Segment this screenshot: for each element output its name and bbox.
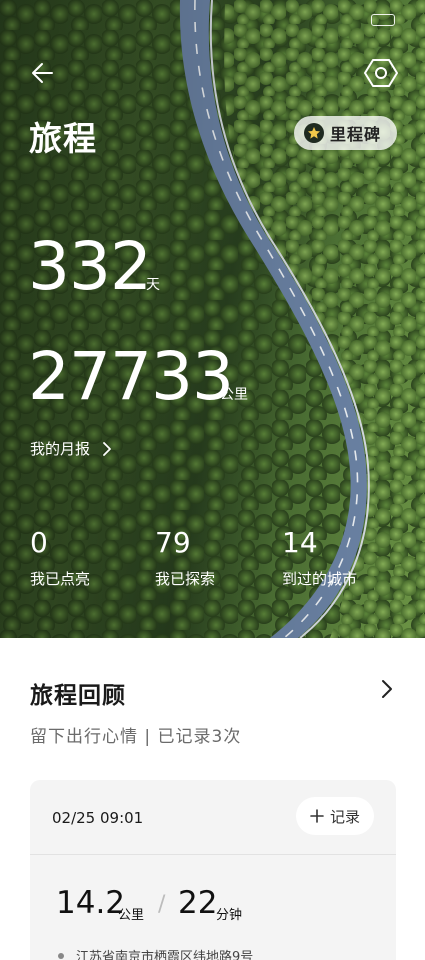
trip-review-section: 旅程回顾 留下出行心情 | 已记录3次 02/25 09:01 记录 14.2 … bbox=[0, 638, 425, 960]
distance-unit: 公里 bbox=[220, 387, 248, 403]
trip-address: 江苏省南京市栖霞区纬地路9号 bbox=[76, 950, 254, 960]
page-title: 旅程 bbox=[29, 119, 97, 158]
monthly-report-link[interactable]: 我的月报 bbox=[30, 438, 112, 459]
star-icon bbox=[304, 123, 324, 143]
stat-value: 14 bbox=[282, 526, 318, 559]
trip-duration-unit: 分钟 bbox=[216, 908, 243, 923]
days-unit: 天 bbox=[146, 277, 160, 293]
trip-distance-unit: 公里 bbox=[118, 908, 145, 923]
distance-value: 27733 bbox=[28, 338, 234, 415]
back-button[interactable] bbox=[26, 56, 60, 90]
stat-cities[interactable]: 14 到过的城市 bbox=[282, 526, 357, 589]
trip-duration-value: 22 bbox=[178, 885, 218, 921]
chevron-right-icon[interactable] bbox=[376, 678, 398, 700]
milestone-label: 里程碑 bbox=[330, 125, 382, 144]
hexagon-settings-icon bbox=[364, 59, 398, 87]
milestone-button[interactable]: 里程碑 bbox=[294, 116, 397, 150]
chevron-right-icon bbox=[103, 441, 111, 456]
status-bar bbox=[30, 12, 395, 34]
stat-label: 到过的城市 bbox=[282, 570, 358, 588]
stat-label: 我已点亮 bbox=[30, 570, 91, 588]
separator: / bbox=[158, 892, 166, 917]
divider bbox=[30, 854, 396, 855]
stat-lit[interactable]: 0 我已点亮 bbox=[30, 526, 90, 589]
stat-value: 0 bbox=[30, 526, 48, 559]
hero-banner: 旅程 里程碑 332 天 27733 公里 我的月报 0 我已点亮 79 我已探… bbox=[0, 0, 425, 638]
arrow-left-icon bbox=[32, 63, 53, 83]
record-button[interactable]: 记录 bbox=[296, 797, 374, 835]
trip-distance-value: 14.2 bbox=[56, 885, 126, 921]
review-subtitle: 留下出行心情 | 已记录3次 bbox=[30, 727, 242, 747]
stat-value: 79 bbox=[155, 526, 191, 559]
plus-icon bbox=[310, 809, 324, 823]
settings-button[interactable] bbox=[362, 54, 400, 92]
days-value: 332 bbox=[28, 228, 152, 305]
monthly-report-label: 我的月报 bbox=[30, 440, 91, 458]
battery-icon bbox=[371, 14, 395, 26]
trip-card[interactable]: 02/25 09:01 记录 14.2 公里 / 22 分钟 江苏省南京市栖霞区… bbox=[30, 780, 396, 960]
stat-explored[interactable]: 79 我已探索 bbox=[155, 526, 215, 589]
status-icons bbox=[371, 14, 395, 26]
stat-label: 我已探索 bbox=[155, 570, 216, 588]
trip-datetime: 02/25 09:01 bbox=[52, 809, 144, 827]
review-title: 旅程回顾 bbox=[30, 683, 126, 709]
location-dot-icon bbox=[58, 953, 64, 959]
record-label: 记录 bbox=[329, 807, 360, 826]
